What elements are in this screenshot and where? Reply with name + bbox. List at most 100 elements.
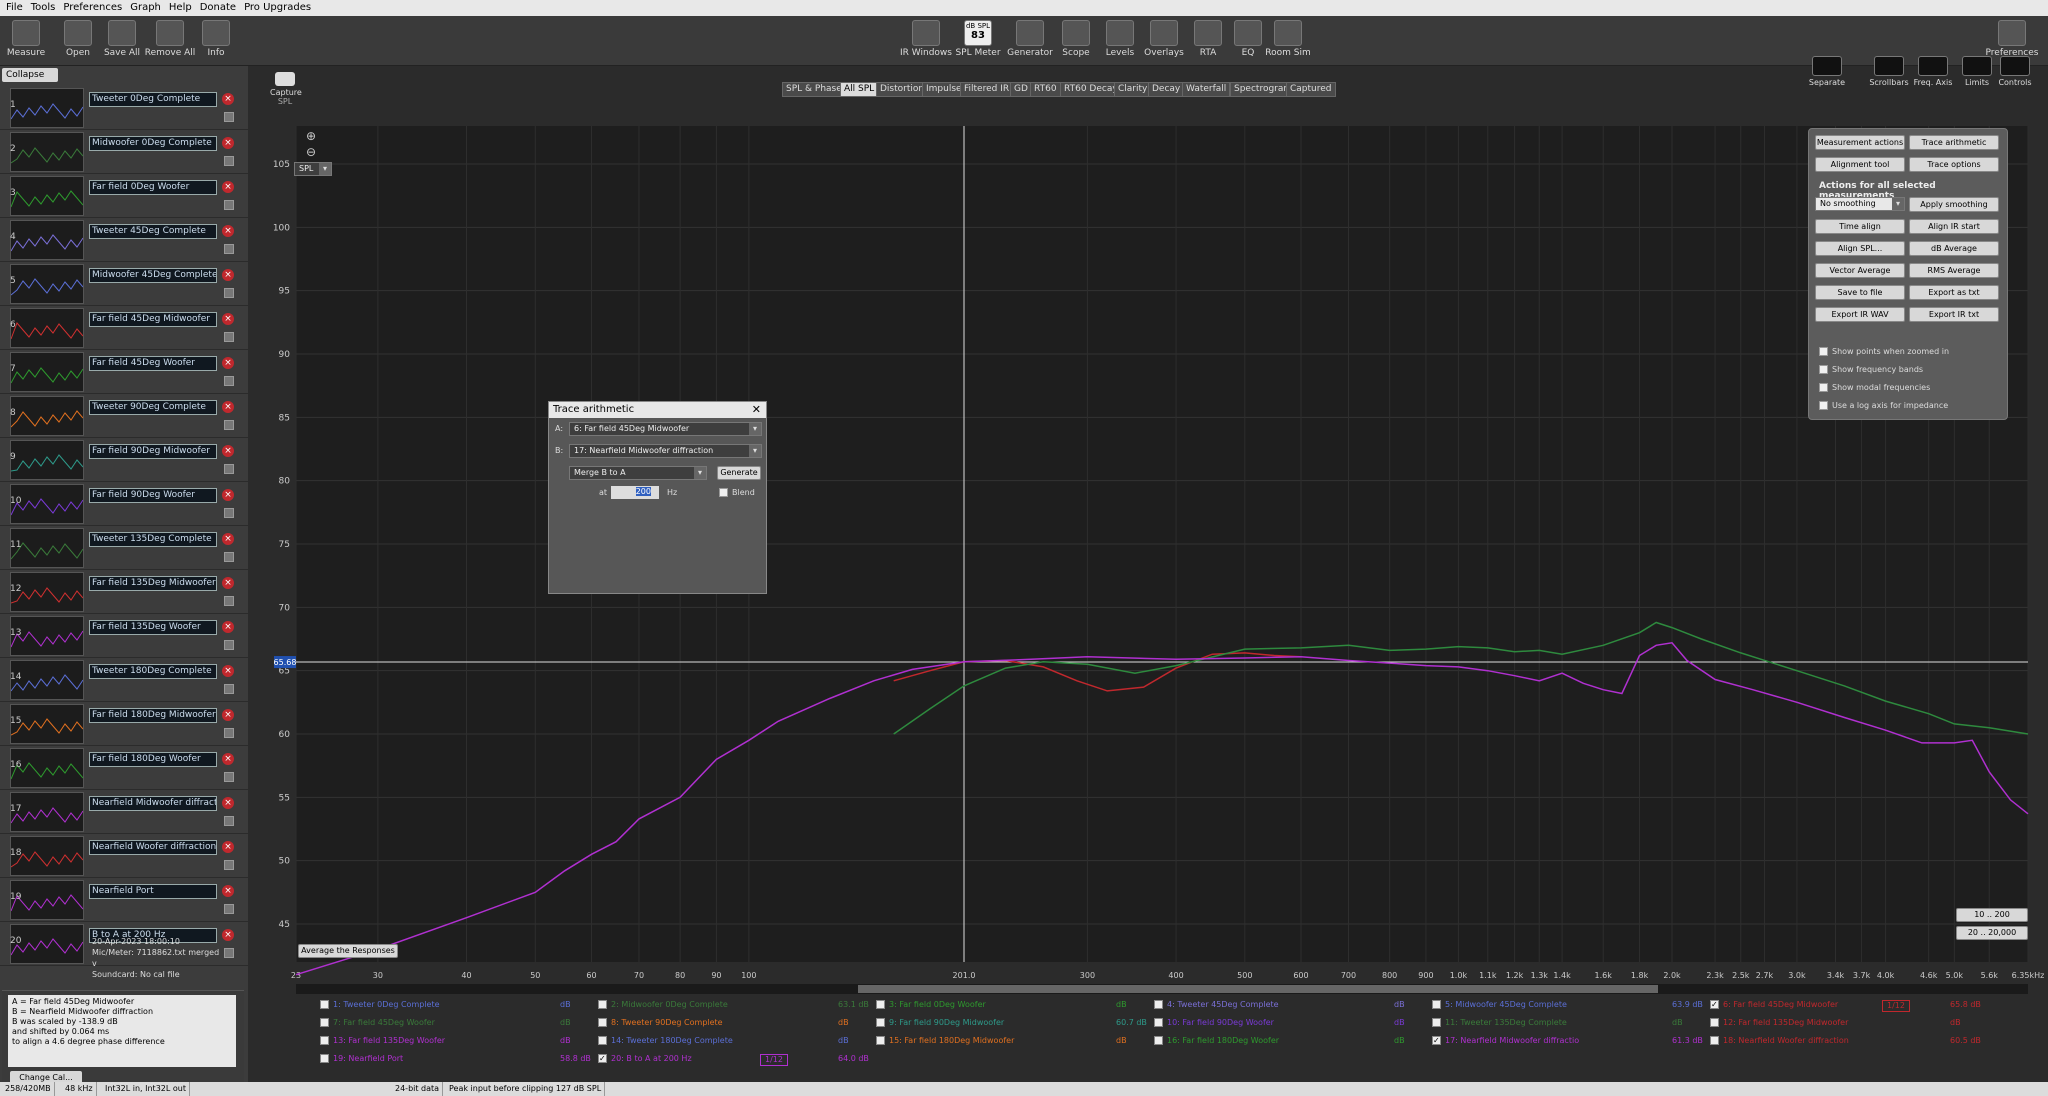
measurement-thumbnail[interactable] (10, 88, 84, 128)
zoom-out-icon[interactable]: ⊖ (306, 145, 316, 159)
legend-checkbox[interactable] (1432, 1018, 1441, 1027)
export-txt-button[interactable]: Export as txt (1909, 285, 1999, 300)
tab-distortion[interactable]: Distortion (876, 82, 929, 97)
tab-captured[interactable]: Captured (1286, 82, 1336, 97)
measurement-name-field[interactable]: Tweeter 90Deg Complete (89, 400, 217, 415)
legend-checkbox[interactable] (876, 1036, 885, 1045)
legend-checkbox[interactable] (876, 1018, 885, 1027)
lock-icon[interactable] (224, 156, 234, 166)
delete-icon[interactable]: × (222, 137, 234, 149)
legend-checkbox[interactable] (1710, 1018, 1719, 1027)
measurement-row[interactable]: 8 Tweeter 90Deg Complete × (0, 394, 248, 438)
legend-item[interactable]: 18: Nearfield Woofer diffraction 60.5 dB (1710, 1036, 1981, 1045)
legend-item[interactable]: 3: Far field 0Deg Woofer dB (876, 1000, 1127, 1009)
delete-icon[interactable]: × (222, 225, 234, 237)
measurement-row[interactable]: 6 Far field 45Deg Midwoofer × (0, 306, 248, 350)
measurement-row[interactable]: 15 Far field 180Deg Midwoofer × (0, 702, 248, 746)
legend-item[interactable]: 8: Tweeter 90Deg Complete dB (598, 1018, 849, 1027)
delete-icon[interactable]: × (222, 445, 234, 457)
measurement-thumbnail[interactable] (10, 264, 84, 304)
tab-spl-phase[interactable]: SPL & Phase (782, 82, 846, 97)
legend-checkbox[interactable] (1432, 1000, 1441, 1009)
delete-icon[interactable]: × (222, 929, 234, 941)
measurement-name-field[interactable]: Nearfield Midwoofer diffraction (89, 796, 217, 811)
measurement-name-field[interactable]: Tweeter 0Deg Complete (89, 92, 217, 107)
delete-icon[interactable]: × (222, 621, 234, 633)
legend-item[interactable]: 2: Midwoofer 0Deg Complete 63.1 dB (598, 1000, 869, 1009)
legend-checkbox[interactable]: ✓ (1432, 1036, 1441, 1045)
align-ir-start-button[interactable]: Align IR start (1909, 219, 1999, 234)
range-button[interactable]: 10 .. 200 (1956, 908, 2028, 922)
rms-average-button[interactable]: RMS Average (1909, 263, 1999, 278)
controls-button[interactable]: Controls (1990, 56, 2040, 100)
legend-item[interactable]: 1: Tweeter 0Deg Complete dB (320, 1000, 571, 1009)
tab-clarity[interactable]: Clarity (1114, 82, 1152, 97)
measurement-name-field[interactable]: Nearfield Woofer diffraction (89, 840, 217, 855)
measurement-row[interactable]: 10 Far field 90Deg Woofer × (0, 482, 248, 526)
lock-icon[interactable] (224, 552, 234, 562)
menu-tools[interactable]: Tools (31, 0, 56, 16)
measurement-row[interactable]: 13 Far field 135Deg Woofer × (0, 614, 248, 658)
lock-icon[interactable] (224, 860, 234, 870)
measurement-thumbnail[interactable] (10, 352, 84, 392)
delete-icon[interactable]: × (222, 313, 234, 325)
delete-icon[interactable]: × (222, 533, 234, 545)
legend-item[interactable]: 13: Far field 135Deg Woofer dB (320, 1036, 571, 1045)
legend-item[interactable]: 11: Tweeter 135Deg Complete dB (1432, 1018, 1683, 1027)
measurement-name-field[interactable]: Far field 0Deg Woofer (89, 180, 217, 195)
legend-checkbox[interactable] (1154, 1036, 1163, 1045)
lock-icon[interactable] (224, 596, 234, 606)
measurement-name-field[interactable]: Tweeter 135Deg Complete (89, 532, 217, 547)
measurement-row[interactable]: 19 Nearfield Port × (0, 878, 248, 922)
measurement-name-field[interactable]: Tweeter 180Deg Complete (89, 664, 217, 679)
legend-item[interactable]: 16: Far field 180Deg Woofer dB (1154, 1036, 1405, 1045)
lock-icon[interactable] (224, 244, 234, 254)
measurement-name-field[interactable]: Nearfield Port (89, 884, 217, 899)
legend-item[interactable]: 14: Tweeter 180Deg Complete dB (598, 1036, 849, 1045)
legend-item[interactable]: 5: Midwoofer 45Deg Complete 63.9 dB (1432, 1000, 1703, 1009)
tab-rt60[interactable]: RT60 (1030, 82, 1061, 97)
measurement-thumbnail[interactable] (10, 308, 84, 348)
measurement-name-field[interactable]: Far field 180Deg Midwoofer (89, 708, 217, 723)
legend-item[interactable]: 12: Far field 135Deg Midwoofer dB (1710, 1018, 1961, 1027)
room-sim-button[interactable]: Room Sim (1258, 20, 1318, 58)
measurement-row[interactable]: 17 Nearfield Midwoofer diffraction × (0, 790, 248, 834)
lock-icon[interactable] (224, 112, 234, 122)
measurement-row[interactable]: 9 Far field 90Deg Midwoofer × (0, 438, 248, 482)
legend-checkbox[interactable] (598, 1000, 607, 1009)
scrollbar-thumb[interactable] (858, 985, 1658, 993)
vector-average-button[interactable]: Vector Average (1815, 263, 1905, 278)
scrollbars-button[interactable]: Scrollbars (1864, 56, 1914, 100)
delete-icon[interactable]: × (222, 269, 234, 281)
delete-icon[interactable]: × (222, 577, 234, 589)
zoom-in-icon[interactable]: ⊕ (306, 129, 316, 143)
measurement-thumbnail[interactable] (10, 220, 84, 260)
legend-checkbox[interactable] (320, 1018, 329, 1027)
menu-help[interactable]: Help (169, 0, 192, 16)
measurement-actions-button[interactable]: Measurement actions (1815, 135, 1905, 150)
lock-icon[interactable] (224, 200, 234, 210)
lock-icon[interactable] (224, 288, 234, 298)
preferences-button[interactable]: Preferences (1982, 20, 2042, 58)
measurement-row[interactable]: 3 Far field 0Deg Woofer × (0, 174, 248, 218)
menu-donate[interactable]: Donate (200, 0, 236, 16)
freq-axis-button[interactable]: Freq. Axis (1908, 56, 1958, 100)
log-impedance-checkbox[interactable]: Use a log axis for impedance (1819, 401, 1948, 411)
menu-graph[interactable]: Graph (130, 0, 161, 16)
show-points-checkbox[interactable]: Show points when zoomed in (1819, 347, 1949, 357)
lock-icon[interactable] (224, 948, 234, 958)
lock-icon[interactable] (224, 772, 234, 782)
delete-icon[interactable]: × (222, 401, 234, 413)
legend-checkbox[interactable] (320, 1000, 329, 1009)
lock-icon[interactable] (224, 420, 234, 430)
measurement-row[interactable]: 4 Tweeter 45Deg Complete × (0, 218, 248, 262)
menu-file[interactable]: File (6, 0, 23, 16)
apply-smoothing-button[interactable]: Apply smoothing (1909, 197, 1999, 212)
legend-checkbox[interactable]: ✓ (598, 1054, 607, 1063)
measurement-name-field[interactable]: Far field 90Deg Woofer (89, 488, 217, 503)
legend-item[interactable]: 7: Far field 45Deg Woofer dB (320, 1018, 571, 1027)
a-select[interactable]: 6: Far field 45Deg Midwoofer ▾ (569, 422, 762, 436)
lock-icon[interactable] (224, 816, 234, 826)
measurement-name-field[interactable]: Far field 135Deg Midwoofer (89, 576, 217, 591)
measurement-name-field[interactable]: Far field 45Deg Midwoofer (89, 312, 217, 327)
